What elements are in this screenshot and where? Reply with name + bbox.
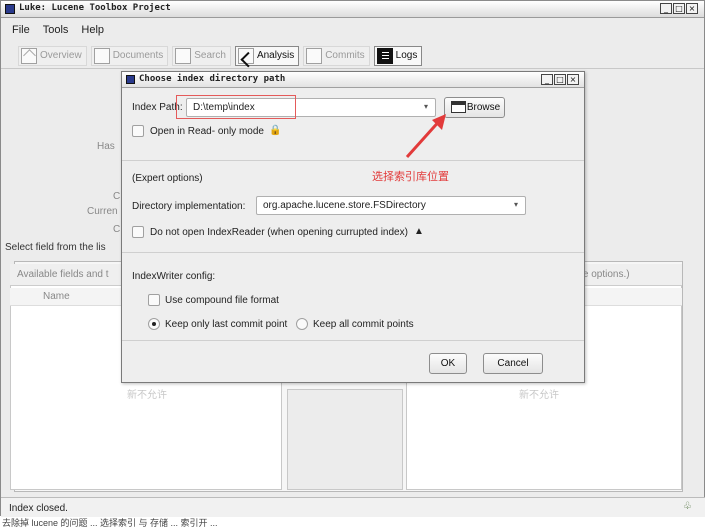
compound-checkbox[interactable] — [148, 294, 160, 306]
logs-icon — [376, 47, 393, 64]
dialog-close-button[interactable]: × — [567, 74, 579, 85]
separator-2 — [122, 252, 584, 253]
close-button[interactable]: × — [686, 3, 698, 14]
window-controls: _ □ × — [660, 3, 698, 14]
middle-panel — [287, 389, 403, 490]
status-bar: Index closed. ♧ — [1, 497, 705, 517]
lock-icon: 🔒 — [269, 125, 282, 136]
directory-impl-combo[interactable]: org.apache.lucene.store.FSDirectory ▾ — [256, 196, 526, 215]
tab-commits-label: Commits — [325, 50, 365, 61]
maximize-button[interactable]: □ — [673, 3, 685, 14]
bg-label-c2: C — [113, 224, 121, 235]
window-title: Luke: Lucene Toolbox Project — [19, 3, 171, 13]
tab-toolbar: Overview Documents Search Analysis Commi… — [1, 43, 704, 69]
warning-icon: ▲ — [414, 226, 424, 237]
tab-documents[interactable]: Documents — [90, 45, 169, 66]
home-icon — [21, 47, 37, 64]
separator-1 — [122, 160, 584, 161]
tab-analysis[interactable]: Analysis — [234, 45, 300, 66]
separator-3 — [122, 340, 584, 341]
tab-commits[interactable]: Commits — [303, 45, 370, 66]
ghost-text-right: 新不允许 — [519, 390, 559, 401]
tab-logs-label: Logs — [395, 50, 418, 61]
keep-all-radio[interactable] — [296, 318, 308, 330]
dialog-title: Choose index directory path — [139, 74, 286, 84]
main-window: Luke: Lucene Toolbox Project _ □ × File … — [0, 0, 705, 517]
dialog-title-bar: Choose index directory path _ □ × — [122, 72, 584, 88]
folder-icon — [451, 101, 466, 113]
bg-label-has: Has — [97, 141, 115, 152]
tab-search-label: Search — [194, 50, 226, 61]
chevron-down-icon: ▾ — [513, 200, 518, 209]
no-reader-label: Do not open IndexReader (when opening cu… — [150, 227, 408, 238]
search-icon — [175, 47, 192, 64]
choose-index-dialog: Choose index directory path _ □ × Index … — [121, 71, 585, 383]
app-icon — [5, 4, 15, 14]
bg-label-c1: C — [113, 191, 121, 202]
keep-last-radio[interactable] — [148, 318, 160, 330]
directory-impl-label: Directory implementation: — [132, 201, 246, 212]
annotation-arrow-icon — [405, 114, 446, 159]
expert-options-label: (Expert options) — [132, 173, 203, 184]
ok-button[interactable]: OK — [429, 353, 467, 374]
document-icon — [93, 47, 110, 64]
caption-strip: 去除掉 lucene 的问题 ... 选择索引 与 存储 ... 索引开 ... — [0, 517, 705, 529]
tab-documents-label: Documents — [112, 50, 164, 61]
browse-button[interactable]: Browse — [444, 97, 505, 118]
minimize-button[interactable]: _ — [660, 3, 672, 14]
select-field-label: Select field from the lis — [5, 242, 106, 253]
tab-logs[interactable]: Logs — [373, 45, 423, 66]
tab-search[interactable]: Search — [172, 45, 231, 66]
annotation-text: 选择索引库位置 — [372, 171, 449, 183]
dialog-maximize-button[interactable]: □ — [554, 74, 566, 85]
leaf-icon: ♧ — [683, 501, 692, 512]
menu-file[interactable]: File — [12, 24, 30, 36]
bg-label-current: Curren — [87, 206, 118, 217]
compound-label: Use compound file format — [165, 295, 279, 306]
writer-config-label: IndexWriter config: — [132, 271, 216, 282]
dialog-app-icon — [126, 75, 135, 84]
chevron-down-icon: ▾ — [423, 102, 428, 111]
highlight-box — [176, 95, 296, 119]
dialog-window-controls: _ □ × — [541, 74, 579, 85]
title-bar: Luke: Lucene Toolbox Project _ □ × — [1, 1, 704, 18]
readonly-label: Open in Read- only mode — [150, 126, 264, 137]
cancel-button[interactable]: Cancel — [483, 353, 543, 374]
keep-all-label: Keep all commit points — [313, 319, 414, 330]
status-text: Index closed. — [9, 503, 68, 514]
commits-icon — [306, 47, 323, 64]
directory-impl-value: org.apache.lucene.store.FSDirectory — [263, 200, 426, 211]
menu-tools[interactable]: Tools — [43, 24, 69, 36]
analysis-icon — [237, 47, 254, 64]
dialog-minimize-button[interactable]: _ — [541, 74, 553, 85]
readonly-checkbox[interactable] — [132, 125, 144, 137]
index-path-label: Index Path: — [132, 102, 183, 113]
no-reader-checkbox[interactable] — [132, 226, 144, 238]
ghost-text-left: 新不允许 — [127, 390, 167, 401]
menu-help[interactable]: Help — [81, 24, 104, 36]
tab-overview[interactable]: Overview — [18, 45, 87, 66]
keep-last-label: Keep only last commit point — [165, 319, 288, 330]
tab-analysis-label: Analysis — [256, 50, 295, 61]
menu-bar: File Tools Help — [1, 19, 704, 41]
tab-overview-label: Overview — [40, 50, 82, 61]
